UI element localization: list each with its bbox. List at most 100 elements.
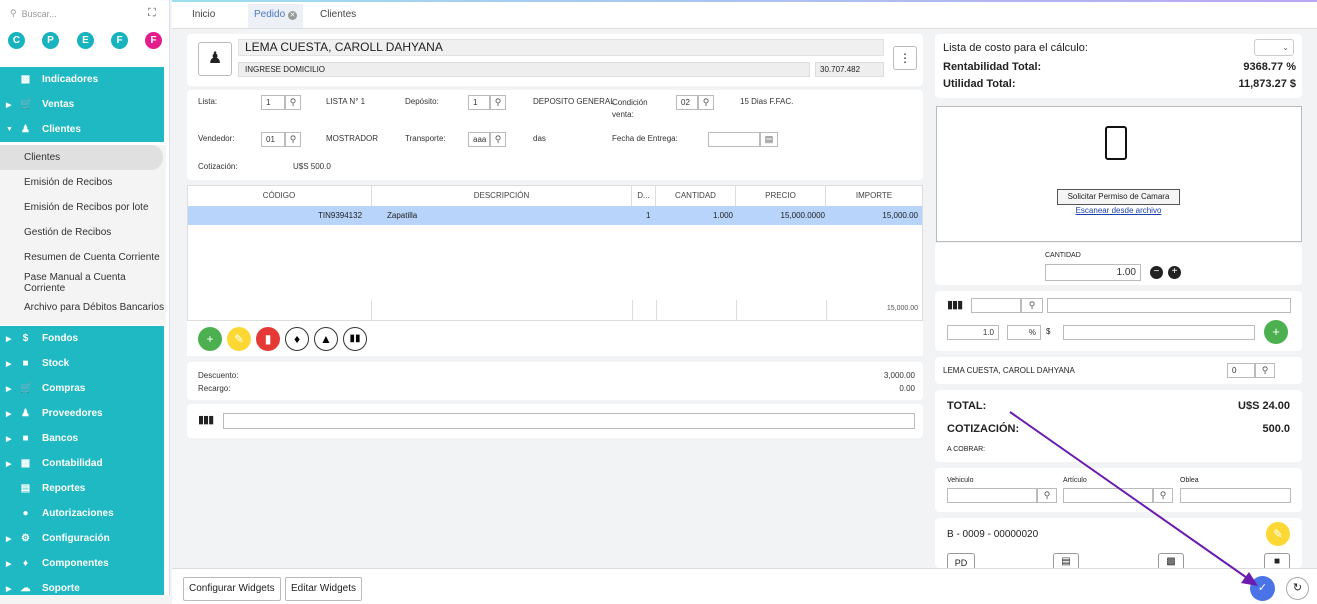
submenu-emision-recibos[interactable]: Emisión de Recibos	[0, 170, 166, 195]
edit-comprobante-icon[interactable]: ✎	[1266, 522, 1290, 546]
nav-bancos[interactable]: ▶ ■ Bancos	[0, 426, 164, 451]
caret-right-icon: ▶	[6, 460, 12, 468]
shortcut-p[interactable]: P	[42, 32, 59, 49]
vehiculo-search-icon[interactable]: ⚲	[1037, 488, 1057, 503]
transporte-search-icon[interactable]: ⚲	[490, 132, 506, 147]
tab-inicio[interactable]: Inicio	[192, 9, 215, 20]
store-icon[interactable]: ■	[1264, 553, 1290, 568]
sidebar-footer	[0, 595, 170, 604]
vehiculo-input[interactable]	[947, 488, 1037, 503]
cell-cantidad: 1.000	[712, 211, 733, 220]
nav-proveedores[interactable]: ▶ ♟ Proveedores	[0, 401, 164, 426]
footer-divider	[826, 300, 827, 320]
scan-file-link[interactable]: Escanear desde archivo	[1057, 206, 1180, 215]
shortcut-e[interactable]: E	[77, 32, 94, 49]
col-d[interactable]: D...	[632, 186, 656, 206]
client-ref-search-icon[interactable]: ⚲	[1255, 363, 1275, 378]
cantidad-input[interactable]: 1.00	[1045, 264, 1141, 281]
nav-clientes[interactable]: ▼ ♟ Clientes	[0, 117, 164, 142]
nav-reportes[interactable]: ▤ Reportes	[0, 476, 164, 501]
footer-divider	[632, 300, 633, 320]
minus-icon[interactable]: −	[1150, 266, 1163, 279]
expand-icon[interactable]: ⛶	[148, 7, 156, 20]
submenu-clientes[interactable]: Clientes	[0, 145, 163, 170]
vendedor-search-icon[interactable]: ⚲	[285, 132, 301, 147]
article-desc-input[interactable]	[1047, 298, 1291, 313]
article-code-input[interactable]	[971, 298, 1021, 313]
confirm-button[interactable]: ✓	[1250, 576, 1275, 601]
vendedor-input[interactable]: 01	[261, 132, 285, 147]
client-name[interactable]: LEMA CUESTA, CAROLL DAHYANA	[238, 39, 884, 56]
submenu-gestion-recibos[interactable]: Gestión de Recibos	[0, 220, 166, 245]
tab-clientes[interactable]: Clientes	[320, 9, 356, 20]
add-icon[interactable]: +	[198, 327, 222, 351]
calendar-icon[interactable]: ▤	[760, 132, 778, 147]
nav-componentes[interactable]: ▶ ♦ Componentes	[0, 551, 164, 576]
refresh-icon[interactable]: ↻	[1286, 577, 1309, 600]
nav-fondos[interactable]: ▶ $ Fondos	[0, 326, 164, 351]
edit-icon[interactable]: ✎	[227, 327, 251, 351]
shortcut-f2[interactable]: F	[145, 32, 162, 49]
calendar-icon[interactable]: ▤	[1053, 553, 1079, 568]
col-codigo[interactable]: CÓDIGO	[187, 186, 372, 206]
search-input[interactable]: Buscar...	[22, 9, 57, 19]
submenu-emision-recibos-lote[interactable]: Emisión de Recibos por lote	[0, 195, 166, 220]
close-icon[interactable]: ✕	[287, 11, 297, 20]
delete-icon[interactable]: ▮	[256, 327, 280, 351]
document-icon[interactable]: ▩	[1158, 553, 1184, 568]
transporte-input[interactable]: aaa	[468, 132, 490, 147]
caret-right-icon: ▶	[6, 410, 12, 418]
recargo-label: Recargo:	[198, 384, 231, 393]
percent-input[interactable]: %	[1007, 325, 1041, 340]
user-icon[interactable]: ♟	[198, 42, 232, 76]
fill-icon[interactable]: ▲	[314, 327, 338, 351]
nav-stock[interactable]: ▶ ■ Stock	[0, 351, 164, 376]
article-search-icon[interactable]: ⚲	[1021, 298, 1043, 313]
config-widgets-button[interactable]: Configurar Widgets	[183, 577, 281, 601]
more-options-icon[interactable]: ⋮	[893, 46, 917, 70]
barcode-input[interactable]	[223, 413, 915, 429]
deposito-search-icon[interactable]: ⚲	[490, 95, 506, 110]
barcode-icon[interactable]: ▮▮	[343, 327, 367, 351]
condicion-input[interactable]: 02	[676, 95, 698, 110]
tag-icon[interactable]: ♦	[285, 327, 309, 351]
nav-indicadores[interactable]: ▩ Indicadores	[0, 67, 164, 92]
submenu-resumen-cuenta[interactable]: Resumen de Cuenta Corriente	[0, 245, 166, 270]
nav-autorizaciones[interactable]: ● Autorizaciones	[0, 501, 164, 526]
edit-widgets-button[interactable]: Editar Widgets	[285, 577, 363, 601]
lista-input[interactable]: 1	[261, 95, 285, 110]
pd-button[interactable]: PD	[947, 553, 975, 568]
shortcut-f[interactable]: F	[111, 32, 128, 49]
camera-permission-button[interactable]: Solicitar Permiso de Camara	[1057, 189, 1180, 205]
add-item-button[interactable]: +	[1264, 320, 1288, 344]
client-address[interactable]: INGRESE DOMICILIO	[238, 62, 810, 77]
qty-input[interactable]: 1.0	[947, 325, 999, 340]
lista-search-icon[interactable]: ⚲	[285, 95, 301, 110]
col-precio[interactable]: PRECIO	[736, 186, 826, 206]
nav-contabilidad[interactable]: ▶ ▦ Contabilidad	[0, 451, 164, 476]
submenu-pase-manual[interactable]: Pase Manual a Cuenta Corriente	[0, 270, 166, 295]
condicion-search-icon[interactable]: ⚲	[698, 95, 714, 110]
nav-configuracion[interactable]: ▶ ⚙ Configuración	[0, 526, 164, 551]
vendedor-label: Vendedor:	[198, 134, 235, 143]
nav-ventas[interactable]: ▶ 🛒 Ventas	[0, 92, 164, 117]
col-descripcion[interactable]: DESCRIPCIÓN	[372, 186, 632, 206]
price-input[interactable]	[1063, 325, 1255, 340]
client-ref-input[interactable]: 0	[1227, 363, 1255, 378]
deposito-input[interactable]: 1	[468, 95, 490, 110]
plus-icon[interactable]: +	[1168, 266, 1181, 279]
oblea-input[interactable]	[1180, 488, 1291, 503]
articulo-search-icon[interactable]: ⚲	[1153, 488, 1173, 503]
costo-select[interactable]: ⌄	[1254, 39, 1294, 56]
entrega-date-input[interactable]	[708, 132, 760, 147]
col-cantidad[interactable]: CANTIDAD	[656, 186, 736, 206]
dollar-icon: $	[22, 333, 29, 344]
shortcut-c[interactable]: C	[8, 32, 25, 49]
articulo-input[interactable]	[1063, 488, 1153, 503]
nav-compras[interactable]: ▶ 🛒 Compras	[0, 376, 164, 401]
tab-pedido[interactable]: Pedido ✕	[248, 4, 303, 28]
submenu-archivo-debitos[interactable]: Archivo para Débitos Bancarios	[0, 295, 166, 320]
condicion-name: 15 Dias F.FAC.	[740, 97, 794, 106]
col-importe[interactable]: IMPORTE	[826, 186, 922, 206]
sidebar-search[interactable]: ⚲ Buscar...	[10, 8, 57, 19]
